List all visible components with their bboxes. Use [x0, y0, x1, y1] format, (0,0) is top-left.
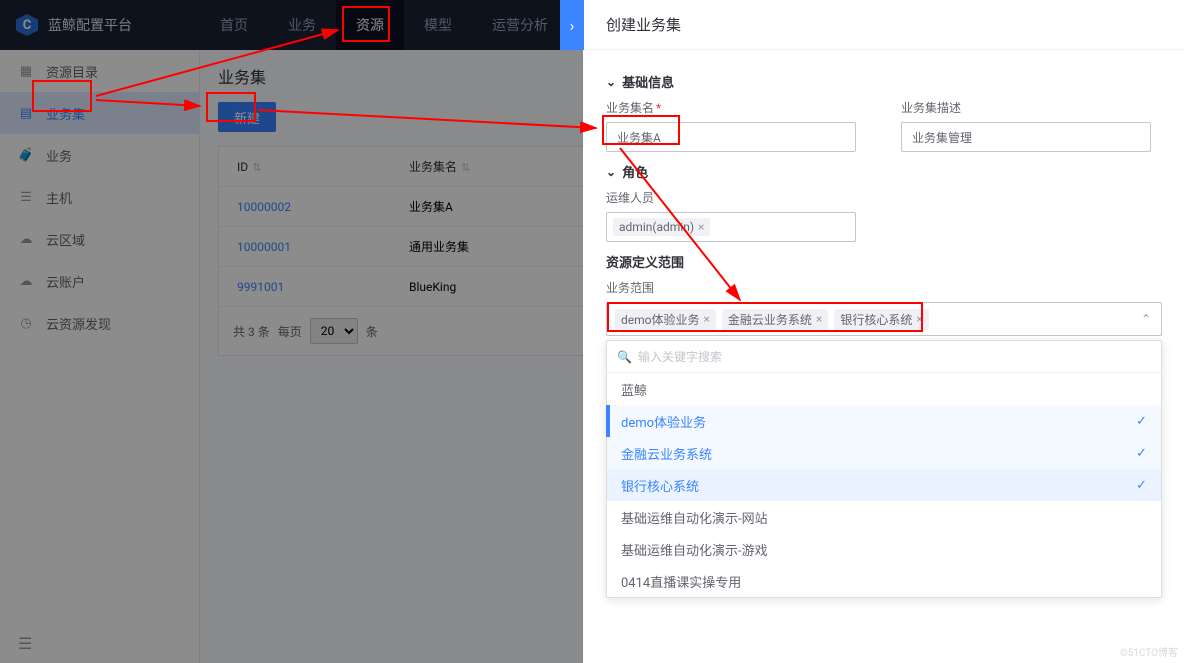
biz-set-name-input[interactable]: [606, 122, 856, 152]
sidebar-item-label: 业务: [46, 146, 72, 165]
biz-scope-multiselect[interactable]: demo体验业务 × 金融云业务系统 × 银行核心系统 × ⌃: [606, 302, 1162, 336]
briefcase-icon: 🧳: [18, 147, 34, 163]
brand-name: 蓝鲸配置平台: [48, 15, 132, 35]
sidebar-item-cloud-account[interactable]: ☁ 云账户: [0, 260, 199, 302]
search-placeholder: 输入关键字搜索: [638, 348, 722, 365]
pager-per-label: 每页: [278, 323, 302, 340]
sidebar-item-label: 主机: [46, 188, 72, 207]
sidebar-item-label: 资源目录: [46, 62, 98, 81]
sidebar-item-biz-set[interactable]: ▤ 业务集: [0, 92, 199, 134]
label-biz-set-name: 业务集名*: [606, 99, 867, 116]
pager-size-select[interactable]: 20: [310, 318, 358, 344]
section-basic-info[interactable]: ⌄ 基础信息: [606, 72, 1162, 91]
grid-icon: ▦: [18, 63, 34, 79]
scope-tag: demo体验业务 ×: [615, 309, 716, 330]
chevron-up-icon[interactable]: ⌃: [1141, 312, 1151, 326]
sidebar-item-resource-dir[interactable]: ▦ 资源目录: [0, 50, 199, 92]
search-icon: 🔍: [617, 350, 632, 364]
biz-set-desc-input[interactable]: [901, 122, 1151, 152]
col-id-header[interactable]: ID⇅: [219, 160, 409, 174]
dropdown-option[interactable]: 金融云业务系统✓: [607, 437, 1161, 469]
drawer-collapse-handle[interactable]: ›: [560, 0, 584, 50]
sidebar-collapse-icon[interactable]: ☰: [18, 634, 32, 653]
brand-area: C 蓝鲸配置平台: [0, 14, 200, 36]
tag-label: 金融云业务系统: [728, 311, 812, 328]
label-ops-people: 运维人员: [606, 189, 1162, 206]
nav-home[interactable]: 首页: [200, 0, 268, 50]
tag-remove-icon[interactable]: ×: [698, 220, 704, 234]
section-label: 资源定义范围: [606, 252, 684, 271]
sidebar-item-label: 云资源发现: [46, 314, 111, 333]
server-icon: ☰: [18, 189, 34, 205]
dropdown-option[interactable]: 基础运维自动化演示-游戏: [607, 533, 1161, 565]
nav-resource[interactable]: 资源: [336, 0, 404, 50]
section-resource-scope: 资源定义范围: [606, 252, 1162, 271]
dropdown-option[interactable]: 基础运维自动化演示-网站: [607, 501, 1161, 533]
layers-icon: ▤: [18, 105, 34, 121]
cloud-icon: ☁: [18, 231, 34, 247]
sidebar-item-cloud-area[interactable]: ☁ 云区域: [0, 218, 199, 260]
check-icon: ✓: [1136, 446, 1147, 461]
section-label: 基础信息: [622, 72, 674, 91]
sidebar-item-label: 云账户: [46, 272, 85, 291]
dropdown-option[interactable]: 银行核心系统✓: [607, 469, 1161, 501]
dropdown-search[interactable]: 🔍 输入关键字搜索: [607, 341, 1161, 373]
user-tag: admin(admin) ×: [613, 218, 710, 236]
sidebar-item-host[interactable]: ☰ 主机: [0, 176, 199, 218]
tag-remove-icon[interactable]: ×: [816, 312, 822, 326]
biz-scope-dropdown: 🔍 输入关键字搜索 蓝鲸 demo体验业务✓ 金融云业务系统✓ 银行核心系统✓ …: [606, 340, 1162, 598]
row-id-link[interactable]: 10000002: [237, 200, 291, 214]
tag-remove-icon[interactable]: ×: [704, 312, 710, 326]
tag-label: demo体验业务: [621, 311, 700, 328]
scope-tag: 银行核心系统 ×: [834, 309, 928, 330]
sort-icon[interactable]: ⇅: [461, 161, 470, 174]
caret-down-icon: ⌄: [606, 165, 616, 179]
row-id-link[interactable]: 10000001: [237, 240, 291, 254]
left-sidebar: ▦ 资源目录 ▤ 业务集 🧳 业务 ☰ 主机 ☁ 云区域 ☁ 云账户 ◷ 云资源…: [0, 50, 200, 663]
sidebar-item-label: 云区域: [46, 230, 85, 249]
watermark: ©51CTO博客: [1120, 644, 1178, 659]
nav-biz[interactable]: 业务: [268, 0, 336, 50]
ops-people-tag-input[interactable]: admin(admin) ×: [606, 212, 856, 242]
brand-logo-icon: C: [16, 14, 38, 36]
drawer-body: ⌄ 基础信息 业务集名* 业务集描述 ⌄ 角色 运维人员 admin(admin…: [584, 50, 1184, 348]
tag-remove-icon[interactable]: ×: [916, 312, 922, 326]
chevron-right-icon: ›: [570, 16, 575, 35]
sidebar-item-biz[interactable]: 🧳 业务: [0, 134, 199, 176]
create-biz-set-drawer: › 创建业务集 ⌄ 基础信息 业务集名* 业务集描述 ⌄ 角色 运维人员 adm…: [584, 0, 1184, 663]
sort-icon[interactable]: ⇅: [252, 161, 261, 174]
tag-label: 银行核心系统: [840, 311, 912, 328]
caret-down-icon: ⌄: [606, 75, 616, 89]
check-icon: ✓: [1136, 414, 1147, 429]
sidebar-item-cloud-discovery[interactable]: ◷ 云资源发现: [0, 302, 199, 344]
section-label: 角色: [622, 162, 648, 181]
nav-model[interactable]: 模型: [404, 0, 472, 50]
section-role[interactable]: ⌄ 角色: [606, 162, 1162, 181]
new-button[interactable]: 新建: [218, 102, 276, 132]
row-id-link[interactable]: 9991001: [237, 280, 284, 294]
scope-tag: 金融云业务系统 ×: [722, 309, 828, 330]
tag-label: admin(admin): [619, 220, 694, 234]
cloud-user-icon: ☁: [18, 273, 34, 289]
sidebar-item-label: 业务集: [46, 104, 85, 123]
dropdown-option[interactable]: demo体验业务✓: [607, 405, 1161, 437]
dropdown-option[interactable]: 蓝鲸: [607, 373, 1161, 405]
dropdown-list: 蓝鲸 demo体验业务✓ 金融云业务系统✓ 银行核心系统✓ 基础运维自动化演示-…: [607, 373, 1161, 597]
pager-total: 共 3 条: [233, 323, 270, 340]
label-biz-set-desc: 业务集描述: [901, 99, 1162, 116]
check-icon: ✓: [1136, 478, 1147, 493]
dropdown-option[interactable]: 0414直播课实操专用: [607, 565, 1161, 597]
pager-per-suffix: 条: [366, 323, 378, 340]
compass-icon: ◷: [18, 315, 34, 331]
drawer-title: 创建业务集: [584, 0, 1184, 50]
label-biz-scope: 业务范围: [606, 279, 1162, 296]
nav-analysis[interactable]: 运营分析: [472, 0, 568, 50]
